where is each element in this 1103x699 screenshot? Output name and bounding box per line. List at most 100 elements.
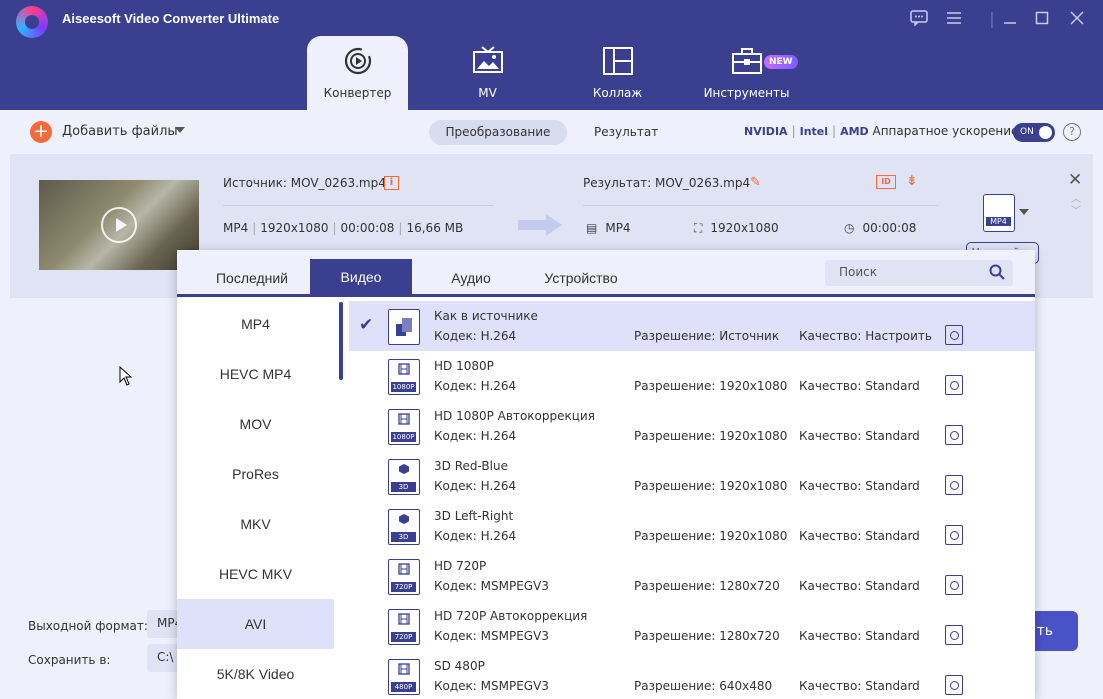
preset-settings-icon[interactable] (945, 325, 963, 345)
chevron-down-icon[interactable] (1019, 209, 1029, 215)
preset-quality: Качество: Standard (799, 529, 920, 543)
close-icon[interactable]: ✕ (1068, 170, 1082, 190)
subtitle-icon[interactable]: ID (876, 175, 896, 189)
preset-quality: Качество: Standard (799, 629, 920, 643)
output-format-label: Выходной формат: (28, 619, 148, 633)
preset-resolution: Разрешение: 1920x1080 (634, 379, 788, 393)
tab-label: Коллаж (592, 86, 643, 100)
arrow-right-icon (518, 214, 562, 236)
preset-name: HD 1080P (434, 359, 494, 373)
popup-tab-audio[interactable]: Аудио (431, 250, 511, 294)
search-input[interactable]: Поиск (825, 260, 1013, 286)
add-files-button[interactable]: Добавить файлы (62, 124, 178, 139)
preset-settings-icon[interactable] (945, 475, 963, 495)
preset-row[interactable]: ✔ Как в источнике Кодек: H.264 Разрешени… (349, 301, 1035, 351)
preset-settings-icon[interactable] (945, 675, 963, 695)
preset-name: SD 480P (434, 659, 485, 673)
result-resolution: ⛶ 1920x1080 (694, 221, 779, 235)
preset-settings-icon[interactable] (945, 575, 963, 595)
search-icon[interactable] (989, 264, 1005, 280)
source-size: 16,66 MB (406, 221, 464, 235)
preset-tag: 3D (391, 532, 416, 542)
film-icon: ▤ (586, 221, 598, 235)
info-icon[interactable]: i (384, 176, 399, 190)
preset-row[interactable]: 720P HD 720P Кодек: MSMPEGV3 Разрешение:… (349, 551, 1035, 601)
convert-icon (341, 44, 375, 78)
tab-label: Инструменты (703, 86, 790, 100)
preset-codec: Кодек: MSMPEGV3 (434, 579, 549, 593)
same-as-source-icon (388, 309, 420, 345)
maximize-icon[interactable] (1030, 6, 1054, 30)
search-placeholder: Поиск (839, 265, 878, 279)
format-item-avi[interactable]: AVI (177, 599, 334, 649)
help-icon[interactable]: ? (1063, 123, 1081, 141)
preset-resolution: Разрешение: 1280x720 (634, 629, 780, 643)
clock-icon: ◷ (844, 221, 855, 235)
tab-tools[interactable]: Инструменты NEW (696, 36, 798, 110)
tab-result[interactable]: Результат (594, 120, 658, 145)
preset-row[interactable]: 1080P HD 1080P Автокоррекция Кодек: H.26… (349, 401, 1035, 451)
preset-row[interactable]: 3D 3D Left-Right Кодек: H.264 Разрешение… (349, 501, 1035, 551)
edit-icon[interactable]: ✎ (750, 175, 761, 190)
menu-icon[interactable] (942, 6, 966, 30)
preset-row[interactable]: 3D 3D Red-Blue Кодек: H.264 Разрешение: … (349, 451, 1035, 501)
source-duration: 00:00:08 (340, 221, 395, 235)
preset-codec: Кодек: H.264 (434, 379, 517, 393)
tab-conversion[interactable]: Преобразование (429, 120, 567, 145)
preset-row[interactable]: 480P SD 480P Кодек: MSMPEGV3 Разрешение:… (349, 651, 1035, 699)
video-file-icon: 720P (388, 559, 420, 595)
format-item-hevc-mkv[interactable]: HEVC MKV (177, 549, 334, 599)
preset-settings-icon[interactable] (945, 375, 963, 395)
format-list-scrollbar[interactable] (339, 302, 343, 380)
preset-tag: 720P (391, 632, 416, 642)
result-format: ▤ MP4 (586, 221, 631, 235)
preset-name: 3D Left-Right (434, 509, 514, 523)
preset-tag: 1080P (391, 382, 416, 392)
preset-codec: Кодек: H.264 (434, 529, 517, 543)
format-item-mov[interactable]: MOV (177, 399, 334, 449)
video-thumbnail[interactable] (39, 180, 199, 270)
new-badge: NEW (764, 55, 798, 69)
tab-collage[interactable]: Коллаж (567, 36, 668, 110)
video-file-icon: 1080P (388, 409, 420, 445)
popup-tab-video[interactable]: Видео (310, 259, 412, 294)
preset-tag: 3D (391, 482, 416, 492)
preset-resolution: Разрешение: 1280x720 (634, 579, 780, 593)
preset-settings-icon[interactable] (945, 525, 963, 545)
preset-resolution: Разрешение: 1920x1080 (634, 429, 788, 443)
popup-tab-recent[interactable]: Последний (197, 250, 307, 294)
collage-icon (601, 44, 635, 78)
preset-row[interactable]: 720P HD 720P Автокоррекция Кодек: MSMPEG… (349, 601, 1035, 651)
preset-settings-icon[interactable] (945, 625, 963, 645)
preset-resolution: Разрешение: 1920x1080 (634, 479, 788, 493)
format-item-mp4[interactable]: MP4 (177, 299, 334, 349)
popup-tabs: Последний Видео Аудио Устройство Поиск (177, 250, 1035, 297)
compress-icon[interactable]: ⇟ (906, 173, 918, 189)
video-file-icon: 720P (388, 609, 420, 645)
output-format-icon[interactable]: MP4 (983, 194, 1015, 232)
minimize-icon[interactable] (998, 6, 1022, 30)
hw-accel-toggle[interactable]: ON (1013, 123, 1055, 142)
tab-mv[interactable]: MV (437, 36, 538, 110)
play-icon[interactable] (101, 207, 137, 243)
preset-settings-icon[interactable] (945, 425, 963, 445)
preset-row[interactable]: 1080P HD 1080P Кодек: H.264 Разрешение: … (349, 351, 1035, 401)
vendor-amd: AMD (840, 125, 869, 138)
preset-name: HD 1080P Автокоррекция (434, 409, 595, 423)
cube-3d-icon: 3D (388, 509, 420, 545)
add-files-icon[interactable]: + (30, 121, 52, 143)
preset-quality: Качество: Standard (799, 379, 920, 393)
format-item-mkv[interactable]: MKV (177, 499, 334, 549)
tab-converter[interactable]: Конвертер (307, 36, 408, 110)
checkmark-icon: ✔ (359, 315, 374, 335)
chevron-down-icon[interactable] (175, 127, 185, 133)
close-icon[interactable] (1065, 6, 1089, 30)
video-file-icon: 1080P (388, 359, 420, 395)
source-resolution: 1920x1080 (260, 221, 329, 235)
popup-tab-device[interactable]: Устройство (529, 250, 633, 294)
format-item-prores[interactable]: ProRes (177, 449, 334, 499)
chevron-down-icon[interactable]: ﹀ (1071, 202, 1081, 217)
format-item-hevc-mp4[interactable]: HEVC MP4 (177, 349, 334, 399)
format-item-5k8k[interactable]: 5K/8K Video (177, 649, 334, 699)
feedback-icon[interactable] (907, 6, 931, 30)
